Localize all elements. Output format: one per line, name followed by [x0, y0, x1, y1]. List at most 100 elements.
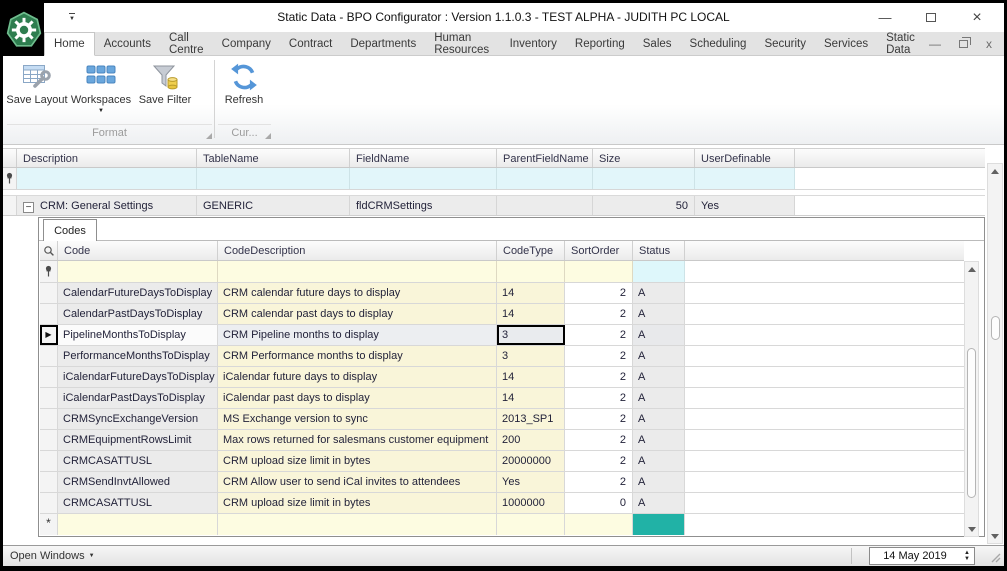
table-row[interactable]: PerformanceMonthsToDisplayCRM Performanc…	[40, 346, 964, 367]
tab-reporting[interactable]: Reporting	[566, 32, 634, 55]
scroll-down-icon[interactable]	[965, 522, 978, 536]
dialog-launcher-icon[interactable]	[206, 133, 212, 139]
workspaces-button[interactable]: Workspaces ▼	[69, 58, 133, 114]
cell-codetype[interactable]: 1000000	[497, 493, 565, 513]
filter-cell-code[interactable]	[58, 261, 218, 282]
filter-cell-tablename[interactable]	[197, 168, 350, 189]
ribbon-minimize-icon[interactable]: —	[929, 37, 941, 51]
scroll-up-icon[interactable]	[965, 262, 978, 276]
cell-codedescription[interactable]: MS Exchange version to sync	[218, 409, 497, 429]
scroll-up-icon[interactable]	[988, 164, 1002, 178]
row-indicator[interactable]	[40, 367, 58, 387]
tab-contract[interactable]: Contract	[280, 32, 341, 55]
new-row[interactable]: *	[40, 514, 964, 535]
tab-company[interactable]: Company	[213, 32, 280, 55]
table-row[interactable]: CalendarPastDaysToDisplayCRM calendar pa…	[40, 304, 964, 325]
cell-parentfieldname[interactable]	[497, 196, 593, 215]
cell-code[interactable]: PerformanceMonthsToDisplay	[58, 346, 218, 366]
cell-code[interactable]: CRMEquipmentRowsLimit	[58, 430, 218, 450]
cell-codetype[interactable]: 3	[497, 325, 565, 345]
cell-code[interactable]: CRMCASATTUSL	[58, 451, 218, 471]
row-indicator[interactable]	[40, 283, 58, 303]
cell-code[interactable]: CalendarPastDaysToDisplay	[58, 304, 218, 324]
table-row[interactable]: iCalendarPastDaysToDisplayiCalendar past…	[40, 388, 964, 409]
table-row[interactable]: CRMCASATTUSLCRM upload size limit in byt…	[40, 451, 964, 472]
cell-codetype[interactable]: 14	[497, 304, 565, 324]
tab-departments[interactable]: Departments	[341, 32, 425, 55]
new-row-cell-codetype[interactable]	[497, 514, 565, 535]
cell-sortorder[interactable]: 2	[565, 367, 633, 387]
column-header-codetype[interactable]: CodeType	[497, 241, 565, 260]
row-indicator[interactable]: ▶	[40, 325, 58, 345]
column-header-codedescription[interactable]: CodeDescription	[218, 241, 497, 260]
filter-cell-description[interactable]	[17, 168, 197, 189]
ribbon-close-icon[interactable]: x	[986, 37, 992, 51]
cell-sortorder[interactable]: 2	[565, 409, 633, 429]
tab-scheduling[interactable]: Scheduling	[681, 32, 756, 55]
tab-sales[interactable]: Sales	[634, 32, 681, 55]
app-icon[interactable]	[3, 3, 44, 56]
table-row[interactable]: ▶PipelineMonthsToDisplayCRM Pipeline mon…	[40, 325, 964, 346]
cell-userdefinable[interactable]: Yes	[695, 196, 795, 215]
row-indicator[interactable]	[40, 472, 58, 492]
cell-sortorder[interactable]: 0	[565, 493, 633, 513]
spin-down-icon[interactable]: ▼	[964, 556, 970, 562]
cell-sortorder[interactable]: 2	[565, 346, 633, 366]
cell-codedescription[interactable]: Max rows returned for salesmans customer…	[218, 430, 497, 450]
column-header-userdefinable[interactable]: UserDefinable	[695, 149, 795, 167]
cell-status[interactable]: A	[633, 346, 685, 366]
cell-codedescription[interactable]: CRM upload size limit in bytes	[218, 493, 497, 513]
cell-sortorder[interactable]: 2	[565, 325, 633, 345]
cell-status[interactable]: A	[633, 472, 685, 492]
new-row-indicator-icon[interactable]: *	[40, 514, 58, 535]
table-row[interactable]: CRMSyncExchangeVersionMS Exchange versio…	[40, 409, 964, 430]
cell-code[interactable]: CalendarFutureDaysToDisplay	[58, 283, 218, 303]
close-button[interactable]: ×	[954, 9, 1000, 27]
cell-size[interactable]: 50	[593, 196, 695, 215]
open-windows-button[interactable]: Open Windows▼	[10, 550, 95, 562]
tab-human-resources[interactable]: Human Resources	[425, 32, 500, 55]
new-row-cell-codedescription[interactable]	[218, 514, 497, 535]
row-indicator[interactable]	[40, 388, 58, 408]
filter-cell-sortorder[interactable]	[565, 261, 633, 282]
cell-status[interactable]: A	[633, 409, 685, 429]
cell-codedescription[interactable]: iCalendar past days to display	[218, 388, 497, 408]
tab-call-centre[interactable]: Call Centre	[160, 32, 213, 55]
cell-codetype[interactable]: 200	[497, 430, 565, 450]
cell-fieldname[interactable]: fldCRMSettings	[350, 196, 497, 215]
cell-sortorder[interactable]: 2	[565, 451, 633, 471]
new-row-cell-sortorder[interactable]	[565, 514, 633, 535]
cell-codedescription[interactable]: CRM upload size limit in bytes	[218, 451, 497, 471]
scrollbar-thumb[interactable]	[967, 348, 976, 498]
collapse-icon[interactable]: −	[23, 202, 34, 213]
cell-codedescription[interactable]: CRM Allow user to send iCal invites to a…	[218, 472, 497, 492]
cell-code[interactable]: CRMSyncExchangeVersion	[58, 409, 218, 429]
cell-codedescription[interactable]: CRM calendar future days to display	[218, 283, 497, 303]
cell-codetype[interactable]: 3	[497, 346, 565, 366]
cell-codedescription[interactable]: CRM Performance months to display	[218, 346, 497, 366]
ribbon-restore-icon[interactable]	[959, 40, 968, 48]
cell-sortorder[interactable]: 2	[565, 388, 633, 408]
table-row[interactable]: CRMSendInvtAllowedCRM Allow user to send…	[40, 472, 964, 493]
row-indicator[interactable]	[40, 430, 58, 450]
cell-codedescription[interactable]: CRM calendar past days to display	[218, 304, 497, 324]
cell-status[interactable]: A	[633, 325, 685, 345]
column-header-parentfieldname[interactable]: ParentFieldName	[497, 149, 593, 167]
date-value[interactable]: 14 May 2019	[870, 548, 960, 564]
row-indicator[interactable]	[3, 196, 17, 215]
resize-grip[interactable]	[989, 551, 1001, 563]
column-header-sortorder[interactable]: SortOrder	[565, 241, 633, 260]
table-row[interactable]: CalendarFutureDaysToDisplayCRM calendar …	[40, 283, 964, 304]
cell-codetype[interactable]: 14	[497, 283, 565, 303]
search-icon[interactable]	[40, 241, 58, 260]
filter-cell-codetype[interactable]	[497, 261, 565, 282]
quick-access-dropdown-icon[interactable]: ▼	[69, 13, 75, 22]
cell-codetype[interactable]: 20000000	[497, 451, 565, 471]
cell-code[interactable]: iCalendarFutureDaysToDisplay	[58, 367, 218, 387]
cell-codetype[interactable]: Yes	[497, 472, 565, 492]
cell-sortorder[interactable]: 2	[565, 430, 633, 450]
row-indicator[interactable]	[40, 493, 58, 513]
date-editor[interactable]: 14 May 2019 ▲ ▼	[869, 547, 975, 565]
cell-codetype[interactable]: 14	[497, 388, 565, 408]
cell-tablename[interactable]: GENERIC	[197, 196, 350, 215]
